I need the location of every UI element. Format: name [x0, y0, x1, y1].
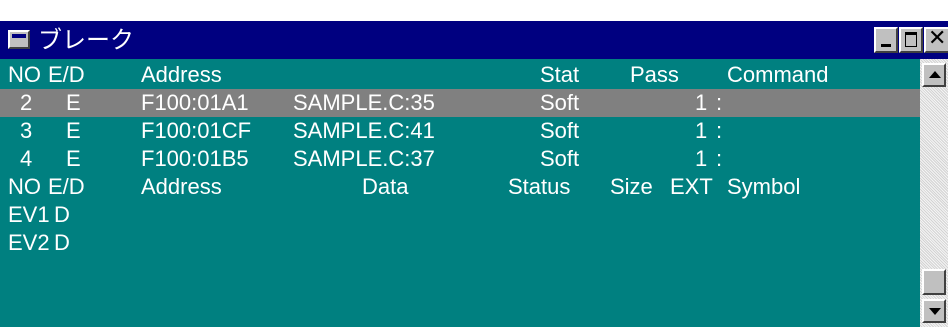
event-no: EV2: [8, 230, 50, 255]
list-item[interactable]: EV1 D: [0, 201, 920, 229]
break-header-row: NO E/D Address Stat Pass Command: [0, 61, 920, 89]
list-item[interactable]: EV2 D: [0, 229, 920, 257]
row-no: 3: [20, 118, 33, 143]
header-stat: Stat: [540, 62, 580, 87]
event-ed: D: [54, 202, 70, 227]
down-arrow-icon: [929, 308, 941, 315]
scroll-down-button[interactable]: [922, 299, 946, 323]
row-no: 4: [20, 146, 33, 171]
row-no: 2: [20, 90, 33, 115]
scroll-thumb[interactable]: [922, 269, 946, 295]
row-sep: :: [716, 118, 723, 143]
row-sep: :: [716, 90, 723, 115]
row-ed: E: [66, 146, 81, 171]
event-header-ext: EXT: [670, 174, 713, 199]
table-row[interactable]: 2 E F100:01A1 SAMPLE.C:35 Soft 1 :: [0, 89, 920, 117]
row-symbol: SAMPLE.C:35: [293, 90, 435, 115]
table-row[interactable]: 4 E F100:01B5 SAMPLE.C:37 Soft 1 :: [0, 145, 920, 173]
table-row[interactable]: 3 E F100:01CF SAMPLE.C:41 Soft 1 :: [0, 117, 920, 145]
event-ed: D: [54, 230, 70, 255]
row-stat: Soft: [540, 118, 580, 143]
row-pass: 1: [695, 146, 708, 171]
minimize-button[interactable]: [874, 27, 898, 53]
maximize-button[interactable]: [899, 27, 923, 53]
vertical-scrollbar[interactable]: [920, 59, 948, 327]
close-button[interactable]: ✕: [924, 27, 948, 53]
row-ed: E: [66, 90, 81, 115]
row-stat: Soft: [540, 90, 580, 115]
header-no: NO: [8, 62, 41, 87]
header-command: Command: [727, 62, 829, 87]
row-address: F100:01B5: [141, 146, 249, 171]
event-no: EV1: [8, 202, 50, 227]
event-header-row: NO E/D Address Data Status Size EXT Symb…: [0, 173, 920, 201]
close-icon: ✕: [928, 26, 947, 51]
row-pass: 1: [695, 118, 708, 143]
row-sep: :: [716, 146, 723, 171]
event-header-status: Status: [508, 174, 571, 199]
event-header-data: Data: [362, 174, 409, 199]
row-address: F100:01CF: [141, 118, 252, 143]
event-header-address: Address: [141, 174, 222, 199]
break-window: ブレーク ✕ NO E/D Address Stat Pass Command …: [0, 0, 948, 327]
window-icon[interactable]: [8, 30, 30, 49]
row-stat: Soft: [540, 146, 580, 171]
desktop-area: [0, 0, 948, 21]
break-list[interactable]: NO E/D Address Stat Pass Command 2 E F10…: [0, 59, 920, 327]
title-bar[interactable]: ブレーク ✕: [0, 21, 948, 59]
row-ed: E: [66, 118, 81, 143]
up-arrow-icon: [929, 71, 941, 78]
row-symbol: SAMPLE.C:37: [293, 146, 435, 171]
window-title: ブレーク: [38, 26, 134, 54]
event-header-ed: E/D: [48, 174, 85, 199]
event-header-no: NO: [8, 174, 41, 199]
header-pass: Pass: [630, 62, 679, 87]
scroll-up-button[interactable]: [922, 63, 946, 87]
header-address: Address: [141, 62, 222, 87]
header-ed: E/D: [48, 62, 85, 87]
row-symbol: SAMPLE.C:41: [293, 118, 435, 143]
event-header-symbol: Symbol: [727, 174, 801, 199]
row-address: F100:01A1: [141, 90, 249, 115]
event-header-size: Size: [610, 174, 653, 199]
row-pass: 1: [695, 90, 708, 115]
